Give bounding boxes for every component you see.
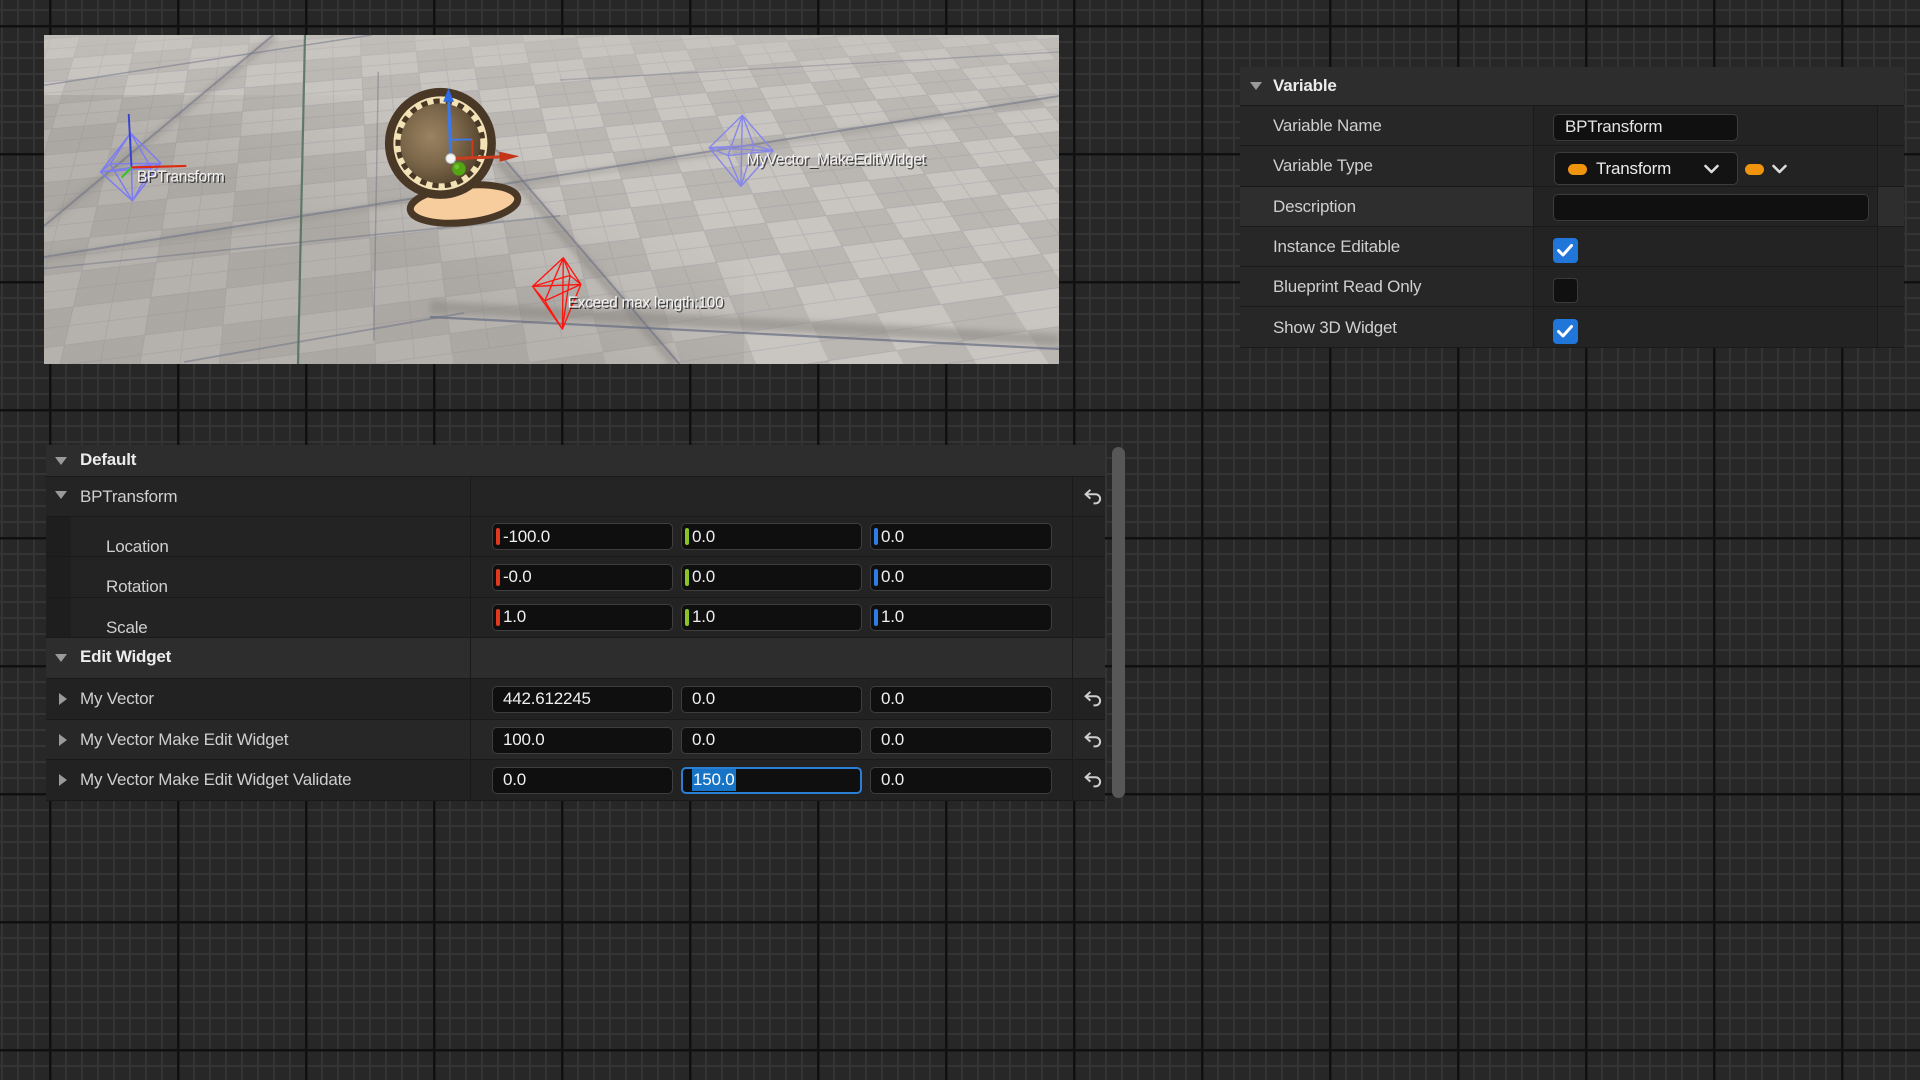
svg-text:BPTransform: BPTransform: [137, 168, 224, 185]
svg-text:Exceed max length:100: Exceed max length:100: [568, 295, 724, 312]
svg-text:MyVector_MakeEditWidget: MyVector_MakeEditWidget: [747, 152, 927, 169]
